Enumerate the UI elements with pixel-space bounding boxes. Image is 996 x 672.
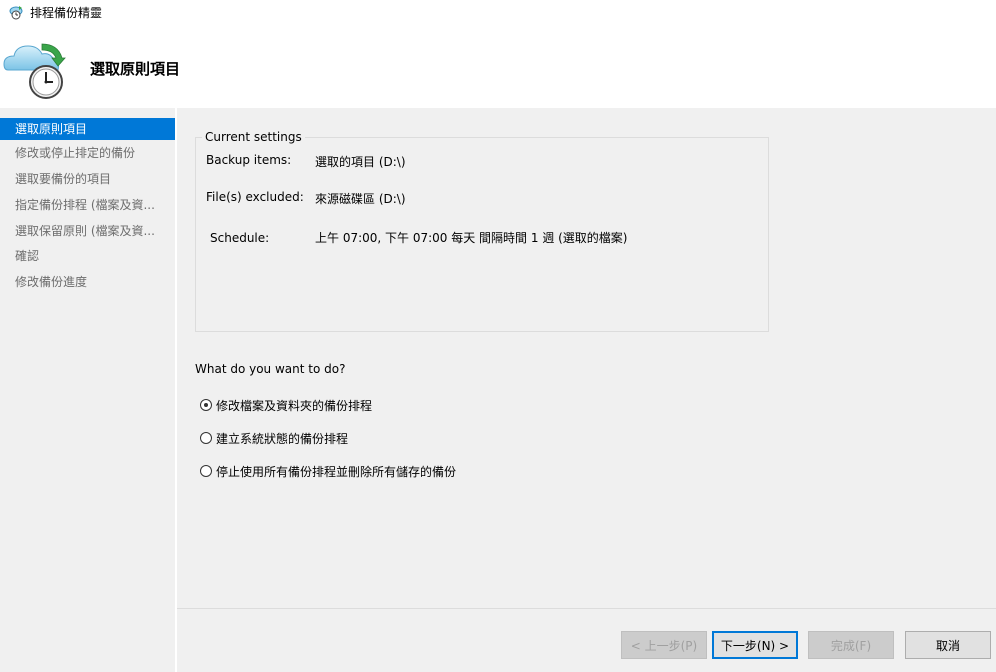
radio-modify-file-backup[interactable] (200, 399, 212, 411)
wizard-header: 選取原則項目 (0, 24, 996, 108)
option-stop-all-backups-label[interactable]: 停止使用所有備份排程並刪除所有儲存的備份 (216, 463, 456, 480)
step-select-policy-item[interactable]: 選取原則項目 (0, 118, 175, 140)
radio-create-system-state-backup[interactable] (200, 432, 212, 444)
finish-button[interactable]: 完成(F) (808, 631, 894, 659)
option-create-system-state-backup[interactable]: 建立系統狀態的備份排程 (200, 429, 348, 447)
page-heading: 選取原則項目 (90, 60, 181, 78)
option-modify-file-backup[interactable]: 修改檔案及資料夾的備份排程 (200, 396, 372, 414)
step-progress[interactable]: 修改備份進度 (0, 271, 175, 293)
backup-app-icon (9, 6, 23, 20)
option-create-system-state-backup-label[interactable]: 建立系統狀態的備份排程 (216, 430, 348, 447)
files-excluded-value: 來源磁碟區 (D:\) (315, 192, 406, 206)
current-settings-group: Current settings Backup items: 選取的項目 (D:… (195, 130, 769, 332)
title-bar: 排程備份精靈 (0, 0, 996, 24)
schedule-label: Schedule: (210, 231, 270, 245)
backup-schedule-icon (3, 43, 66, 99)
backup-items-value: 選取的項目 (D:\) (315, 155, 406, 169)
files-excluded-label: File(s) excluded: (206, 190, 304, 204)
step-retention-policy[interactable]: 選取保留原則 (檔案及資... (0, 220, 175, 242)
backup-items-label: Backup items: (206, 153, 292, 167)
main-panel: Current settings Backup items: 選取的項目 (D:… (177, 108, 996, 608)
action-question: What do you want to do? (195, 362, 346, 376)
back-button[interactable]: < 上一步(P) (621, 631, 707, 659)
current-settings-legend: Current settings (202, 130, 305, 144)
step-select-items[interactable]: 選取要備份的項目 (0, 168, 175, 190)
option-stop-all-backups[interactable]: 停止使用所有備份排程並刪除所有儲存的備份 (200, 462, 456, 480)
radio-stop-all-backups[interactable] (200, 465, 212, 477)
schedule-value: 上午 07:00, 下午 07:00 每天 間隔時間 1 週 (選取的檔案) (315, 231, 628, 245)
wizard-steps-sidebar: 選取原則項目 修改或停止排定的備份 選取要備份的項目 指定備份排程 (檔案及資.… (0, 108, 175, 672)
wizard-footer: < 上一步(P) 下一步(N) > 完成(F) 取消 (177, 608, 996, 672)
option-modify-file-backup-label[interactable]: 修改檔案及資料夾的備份排程 (216, 397, 372, 414)
step-confirm[interactable]: 確認 (0, 245, 175, 267)
step-specify-schedule[interactable]: 指定備份排程 (檔案及資... (0, 194, 175, 216)
cancel-button[interactable]: 取消 (905, 631, 991, 659)
step-modify-or-stop[interactable]: 修改或停止排定的備份 (0, 142, 175, 164)
next-button[interactable]: 下一步(N) > (712, 631, 798, 659)
window-title: 排程備份精靈 (30, 6, 103, 20)
